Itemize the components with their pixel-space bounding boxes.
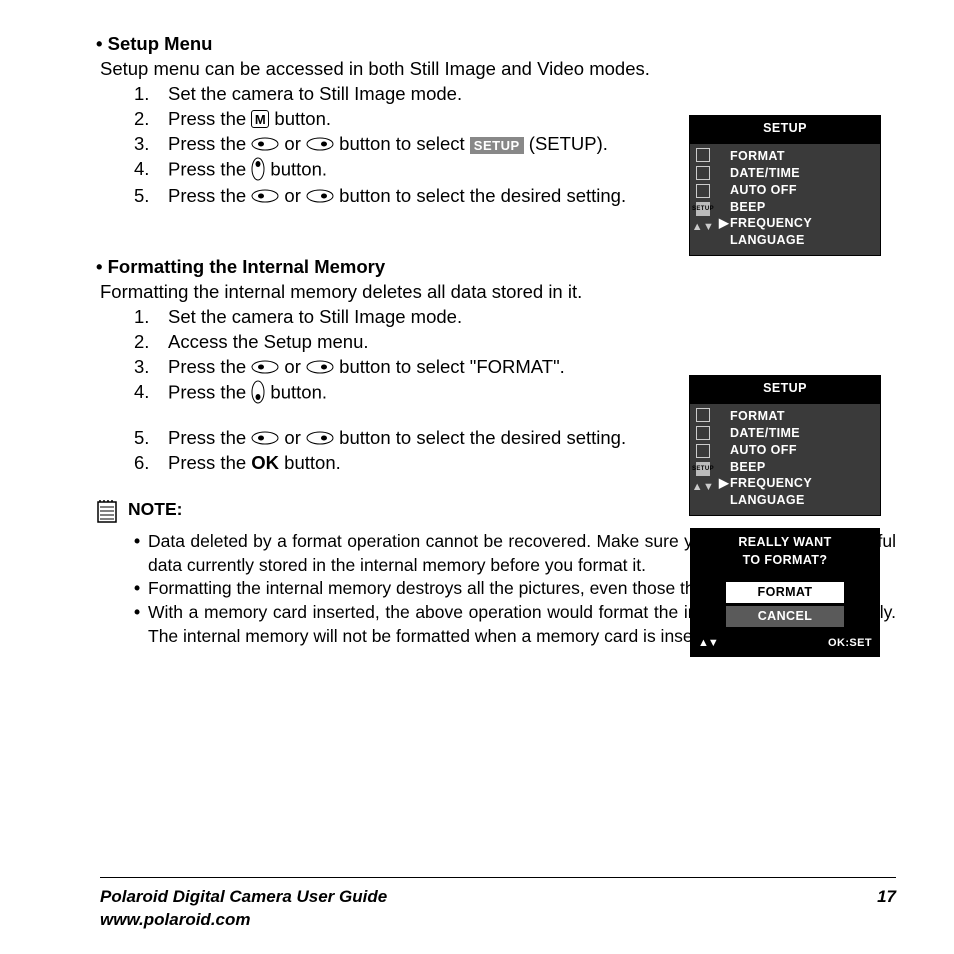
option-format[interactable]: FORMAT [726,582,844,603]
right-scroll-icon [306,136,334,155]
right-scroll-icon [306,430,334,449]
steps-list: 1.Set the camera to Still Image mode. 2.… [100,305,770,407]
lcd-setup-panel-2: SETUP SETUP ▲▼ FORMAT DATE/TIME AUTO OFF… [690,376,880,515]
lcd-menu-list: FORMAT DATE/TIME AUTO OFF BEEP ▶FREQUENC… [716,404,880,515]
setup-tab-icon: SETUP [696,462,710,476]
down-nav-icon [251,157,265,185]
lcd-setup-panel-1: SETUP SETUP ▲▼ FORMAT DATE/TIME AUTO OFF… [690,116,880,255]
steps-list: 1.Set the camera to Still Image mode. 2.… [100,82,770,209]
updown-arrows-icon [698,636,718,651]
ok-label: OK [251,452,279,473]
notepad-icon [96,498,118,531]
updown-arrows-icon: ▲▼ [696,220,710,235]
display-icon [696,184,710,198]
dialog-question: REALLY WANTTO FORMAT? [690,528,880,579]
camera-icon [696,408,710,422]
format-confirm-dialog: REALLY WANTTO FORMAT? FORMAT CANCEL OK:S… [690,528,880,657]
left-scroll-icon [251,430,279,449]
right-scroll-icon [306,359,334,378]
left-scroll-icon [251,359,279,378]
section-title: • Formatting the Internal Memory [96,255,770,280]
option-cancel[interactable]: CANCEL [726,606,844,627]
steps-list-cont: 5. Press the or button to select the des… [100,426,770,476]
page-footer: Polaroid Digital Camera User Guide www.p… [100,877,896,932]
setup-tab-icon: SETUP [696,202,710,216]
section-intro: Setup menu can be accessed in both Still… [100,57,770,82]
left-scroll-icon [251,136,279,155]
m-button-icon: M [251,110,269,128]
note-title: NOTE: [128,498,182,522]
camera-icon [696,148,710,162]
section-setup-menu: • Setup Menu Setup menu can be accessed … [100,32,770,209]
lcd-menu-list: FORMAT DATE/TIME AUTO OFF BEEP ▶FREQUENC… [716,144,880,255]
display-icon [696,444,710,458]
updown-arrows-icon: ▲▼ [696,480,710,495]
section-format-memory: • Formatting the Internal Memory Formatt… [100,255,770,475]
lcd-icon-column: SETUP ▲▼ [690,404,716,515]
section-title: • Setup Menu [96,32,770,57]
right-scroll-icon [306,188,334,207]
page-number: 17 [877,886,896,909]
section-intro: Formatting the internal memory deletes a… [100,280,770,305]
left-scroll-icon [251,188,279,207]
down-nav-icon [251,380,265,408]
resolution-icon [696,166,710,180]
setup-chip: SETUP [470,137,524,154]
footer-left: Polaroid Digital Camera User Guide www.p… [100,886,387,932]
resolution-icon [696,426,710,440]
ok-set-hint: OK:SET [828,636,872,651]
lcd-icon-column: SETUP ▲▼ [690,144,716,255]
